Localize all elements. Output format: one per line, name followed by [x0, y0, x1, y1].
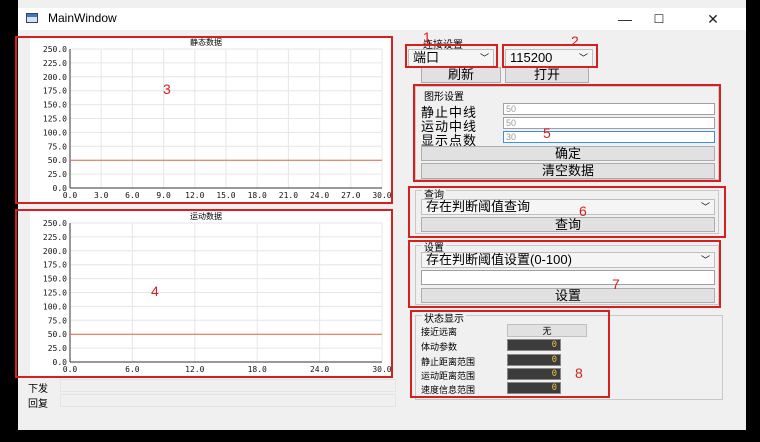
annotation-number-1: 1 — [423, 29, 431, 45]
annotation-number-8: 8 — [575, 365, 583, 381]
reply-field[interactable] — [60, 394, 396, 407]
title-bar: MainWindow — ☐ ✕ — [18, 8, 746, 30]
minimize-icon[interactable]: — — [610, 8, 640, 30]
annotation-number-6: 6 — [579, 203, 587, 219]
annotation-box-7 — [408, 240, 721, 308]
annotation-box-8 — [410, 310, 610, 398]
annotation-number-3: 3 — [163, 81, 171, 97]
annotation-number-5: 5 — [543, 125, 551, 141]
send-field[interactable] — [60, 379, 396, 392]
app-icon — [26, 13, 38, 23]
main-window: MainWindow — ☐ ✕ 静态数据 0.0 25.0 50.0 75.0 100… — [15, 0, 746, 430]
maximize-icon[interactable]: ☐ — [644, 8, 674, 30]
annotation-box-4 — [15, 209, 393, 378]
annotation-number-2: 2 — [571, 33, 579, 49]
close-icon[interactable]: ✕ — [698, 8, 728, 30]
annotation-number-4: 4 — [151, 283, 159, 299]
refresh-button[interactable]: 刷新 — [421, 67, 501, 83]
annotation-box-5 — [413, 84, 721, 182]
open-button[interactable]: 打开 — [505, 67, 589, 83]
annotation-number-7: 7 — [612, 276, 620, 292]
send-label: 下发 — [28, 384, 48, 395]
annotation-box-1 — [405, 44, 498, 68]
annotation-box-6 — [408, 186, 726, 238]
reply-label: 回复 — [28, 399, 48, 410]
annotation-box-2 — [502, 44, 598, 68]
annotation-box-3 — [15, 36, 393, 204]
window-title: MainWindow — [48, 11, 117, 25]
